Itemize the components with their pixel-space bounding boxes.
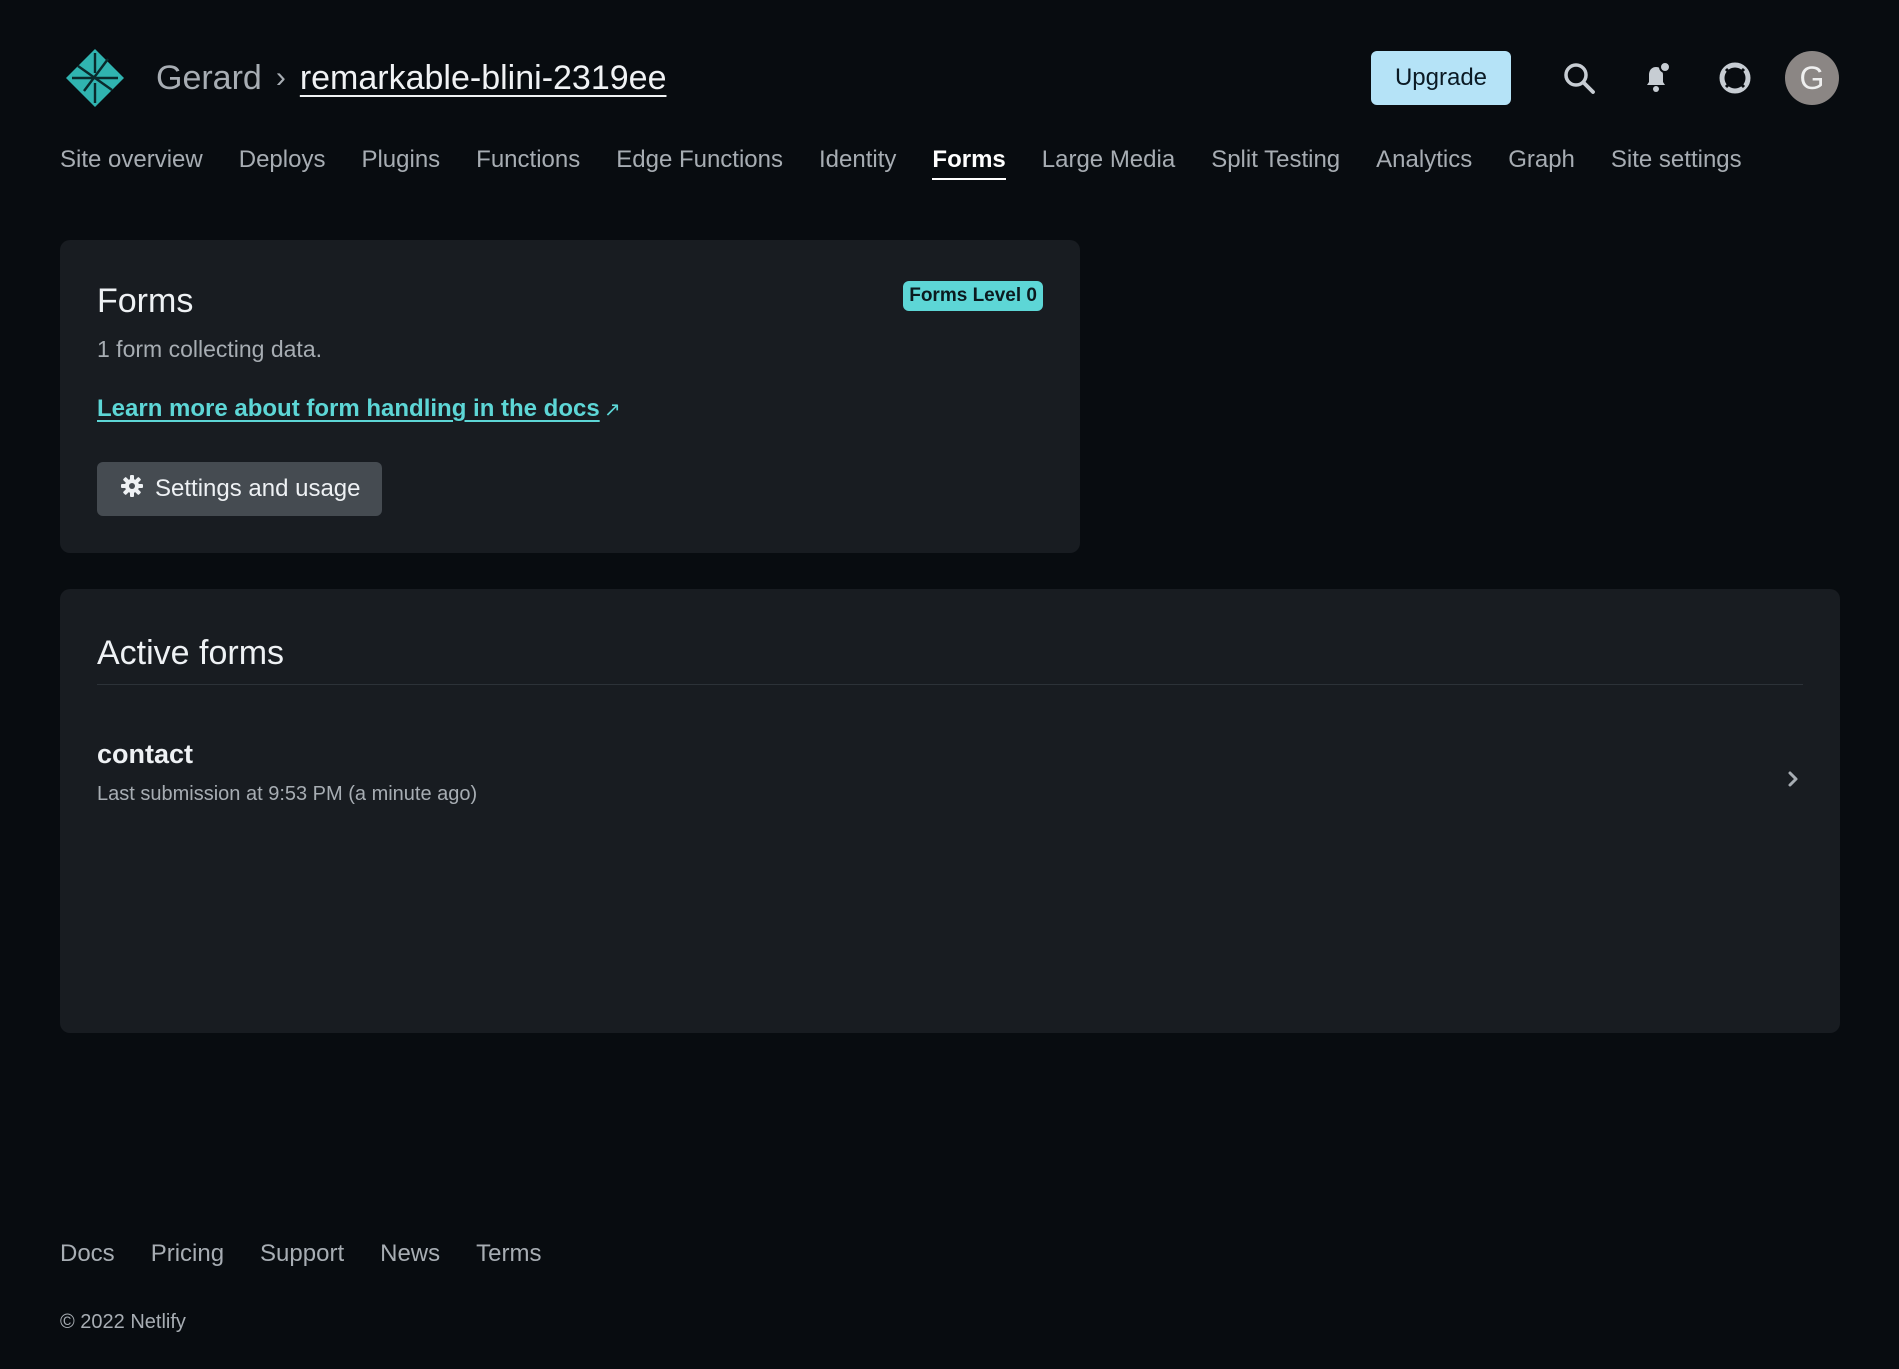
tab-analytics[interactable]: Analytics bbox=[1376, 146, 1472, 180]
external-link-icon: ↗ bbox=[604, 399, 621, 421]
footer-link-pricing[interactable]: Pricing bbox=[151, 1240, 224, 1268]
tab-split-testing[interactable]: Split Testing bbox=[1211, 146, 1340, 180]
site-nav: Site overview Deploys Plugins Functions … bbox=[60, 146, 1778, 180]
forms-card: Forms Forms Level 0 1 form collecting da… bbox=[60, 240, 1080, 553]
list-item[interactable]: contact Last submission at 9:53 PM (a mi… bbox=[97, 739, 1803, 819]
forms-count-text: 1 form collecting data. bbox=[97, 336, 323, 362]
tab-graph[interactable]: Graph bbox=[1508, 146, 1575, 180]
settings-button-label: Settings and usage bbox=[155, 475, 361, 502]
header-actions: Upgrade G bbox=[1371, 50, 1839, 106]
active-forms-card: Active forms contact Last submission at … bbox=[60, 589, 1840, 1033]
lifebuoy-icon[interactable] bbox=[1707, 50, 1763, 106]
forms-title: Forms bbox=[97, 282, 194, 320]
avatar[interactable]: G bbox=[1785, 51, 1839, 105]
tab-large-media[interactable]: Large Media bbox=[1042, 146, 1175, 180]
chevron-right-icon: › bbox=[275, 61, 286, 94]
footer-link-support[interactable]: Support bbox=[260, 1240, 344, 1268]
footer-link-terms[interactable]: Terms bbox=[476, 1240, 541, 1268]
site-header: Gerard › remarkable-blini-2319ee Upgrade bbox=[60, 42, 1839, 114]
footer-links: Docs Pricing Support News Terms bbox=[60, 1240, 577, 1268]
tab-site-overview[interactable]: Site overview bbox=[60, 146, 203, 180]
netlify-logo-icon[interactable] bbox=[60, 43, 130, 113]
footer-link-docs[interactable]: Docs bbox=[60, 1240, 115, 1268]
breadcrumb-team[interactable]: Gerard bbox=[156, 59, 262, 98]
tab-identity[interactable]: Identity bbox=[819, 146, 896, 180]
breadcrumb: Gerard › remarkable-blini-2319ee bbox=[156, 59, 666, 98]
copyright: © 2022 Netlify bbox=[60, 1311, 186, 1333]
forms-level-badge: Forms Level 0 bbox=[903, 281, 1043, 311]
tab-functions[interactable]: Functions bbox=[476, 146, 580, 180]
tab-edge-functions[interactable]: Edge Functions bbox=[616, 146, 783, 180]
form-name: contact bbox=[97, 739, 194, 769]
breadcrumb-site[interactable]: remarkable-blini-2319ee bbox=[300, 59, 667, 98]
divider bbox=[97, 684, 1803, 685]
tab-forms[interactable]: Forms bbox=[932, 146, 1006, 180]
search-icon[interactable] bbox=[1551, 50, 1607, 106]
docs-link[interactable]: Learn more about form handling in the do… bbox=[97, 395, 600, 423]
form-last-submission: Last submission at 9:53 PM (a minute ago… bbox=[97, 783, 478, 805]
chevron-right-icon bbox=[1783, 767, 1803, 791]
active-forms-title: Active forms bbox=[97, 634, 285, 672]
tab-deploys[interactable]: Deploys bbox=[239, 146, 326, 180]
gear-icon bbox=[121, 474, 143, 504]
upgrade-button[interactable]: Upgrade bbox=[1371, 51, 1511, 105]
bell-icon[interactable] bbox=[1629, 50, 1685, 106]
tab-site-settings[interactable]: Site settings bbox=[1611, 146, 1742, 180]
settings-and-usage-button[interactable]: Settings and usage bbox=[97, 462, 382, 516]
tab-plugins[interactable]: Plugins bbox=[361, 146, 440, 180]
footer-link-news[interactable]: News bbox=[380, 1240, 440, 1268]
